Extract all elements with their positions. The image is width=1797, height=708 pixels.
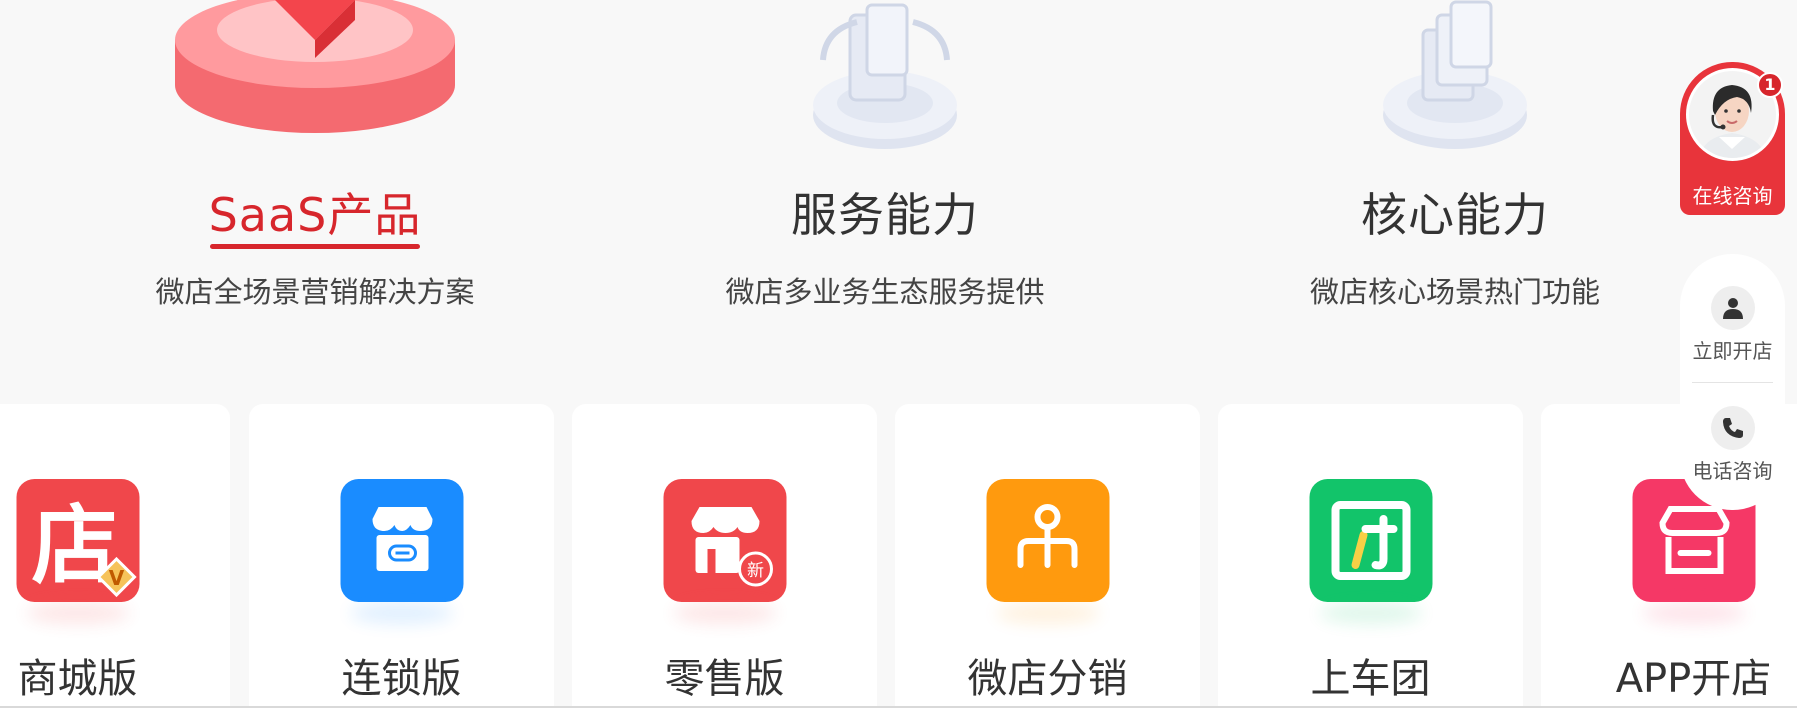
- tab-title: SaaS产品: [208, 188, 422, 242]
- product-card-chain[interactable]: 连锁版: [249, 404, 554, 708]
- tab-saas-products[interactable]: SaaS产品 微店全场景营销解决方案: [105, 0, 525, 330]
- side-action-panel: 立即开店 电话咨询: [1680, 254, 1785, 510]
- open-store-button[interactable]: 立即开店: [1680, 286, 1785, 396]
- user-icon: [1710, 286, 1755, 330]
- product-card-mall[interactable]: 店 V 商城版: [0, 404, 230, 708]
- product-label: 微店分销: [967, 656, 1128, 702]
- tab-title: 服务能力: [791, 188, 979, 242]
- chain-store-icon: [340, 479, 463, 602]
- product-card-retail[interactable]: 新 零售版: [572, 404, 877, 708]
- active-tab-underline: [210, 244, 420, 249]
- product-label: 上车团: [1310, 656, 1431, 702]
- unread-count-badge: 1: [1757, 72, 1783, 98]
- tab-title: 核心能力: [1361, 188, 1549, 242]
- svg-text:新: 新: [747, 561, 764, 581]
- phone-consult-button[interactable]: 电话咨询: [1680, 406, 1785, 516]
- tab-subtitle: 微店多业务生态服务提供: [725, 275, 1045, 309]
- distribution-icon: [986, 479, 1109, 602]
- product-label: 零售版: [664, 656, 785, 702]
- tab-service-capability[interactable]: 服务能力 微店多业务生态服务提供: [675, 0, 1095, 330]
- product-card-group-buy[interactable]: 上车团: [1218, 404, 1523, 708]
- online-consult-button[interactable]: 1 在线咨询: [1680, 62, 1785, 215]
- store-vip-icon: 店 V: [16, 479, 139, 602]
- service-capability-illustration: [805, 0, 965, 159]
- open-store-label: 立即开店: [1692, 339, 1773, 363]
- tab-subtitle: 微店全场景营销解决方案: [155, 275, 475, 309]
- product-label: 商城版: [17, 656, 138, 702]
- retail-store-icon: 新: [663, 479, 786, 602]
- tab-subtitle: 微店核心场景热门功能: [1309, 275, 1600, 309]
- online-consult-label: 在线咨询: [1692, 184, 1773, 208]
- tab-core-capability[interactable]: 核心能力 微店核心场景热门功能: [1245, 0, 1665, 330]
- svg-text:V: V: [108, 566, 124, 590]
- product-label: 连锁版: [341, 656, 462, 702]
- saas-product-illustration: [165, 0, 465, 154]
- side-panel-divider: [1692, 382, 1773, 383]
- group-buy-icon: [1309, 479, 1432, 602]
- phone-consult-label: 电话咨询: [1692, 459, 1773, 483]
- product-label: APP开店: [1615, 656, 1772, 702]
- phone-icon: [1710, 406, 1755, 450]
- core-capability-illustration: [1375, 0, 1535, 159]
- product-card-distribution[interactable]: 微店分销: [895, 404, 1200, 708]
